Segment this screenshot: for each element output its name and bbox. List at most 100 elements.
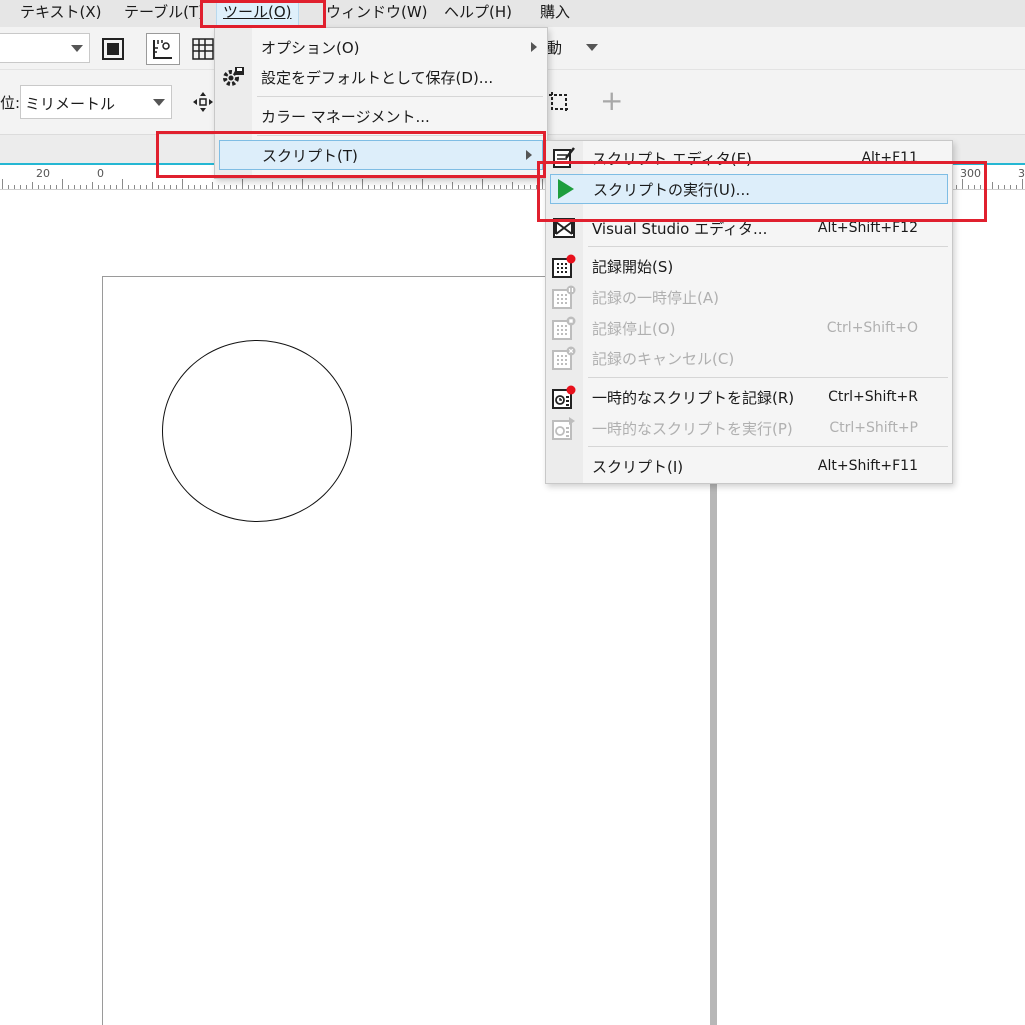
- menu-item-label: 一時的なスクリプトを記録(R): [592, 388, 795, 407]
- menu-item-save-defaults[interactable]: 設定をデフォルトとして保存(D)...: [215, 62, 547, 92]
- ruler-tick: [956, 185, 957, 189]
- ruler-tick: [260, 185, 261, 189]
- ruler-tick: [242, 179, 243, 189]
- menu-item-color-management[interactable]: カラー マネージメント...: [215, 101, 547, 131]
- ruler-tick: [446, 185, 447, 189]
- ruler-tick: [122, 179, 123, 189]
- menu-table-label: テーブル(T): [124, 3, 204, 21]
- ruler-toggle-icon[interactable]: [146, 33, 180, 65]
- ruler-tick: [44, 185, 45, 189]
- menu-item-label: 記録の一時停止(A): [592, 288, 719, 307]
- ruler-tick: [68, 185, 69, 189]
- menu-window-label: ウィンドウ(W): [326, 3, 428, 21]
- record-stop-icon: [552, 316, 576, 340]
- menu-text[interactable]: テキスト(X): [20, 0, 102, 27]
- ruler-tick: [320, 185, 321, 189]
- menu-item-label: スクリプト(T): [262, 146, 358, 165]
- ruler-tick: [152, 182, 153, 189]
- ruler-tick: [218, 185, 219, 189]
- ruler-tick: [344, 185, 345, 189]
- menu-item-record-temp-script[interactable]: 一時的なスクリプトを記録(R) Ctrl+Shift+R: [546, 382, 952, 412]
- menu-item-stop-recording[interactable]: 記録停止(O) Ctrl+Shift+O: [546, 313, 952, 343]
- menu-item-label: 記録開始(S): [592, 257, 674, 276]
- ruler-tick: [200, 185, 201, 189]
- menu-item-scripts[interactable]: スクリプト(T): [219, 140, 543, 170]
- menu-item-scripts-docker[interactable]: スクリプト(I) Alt+Shift+F11: [546, 451, 952, 481]
- ruler-tick: [98, 185, 99, 189]
- ruler-tick: [74, 185, 75, 189]
- menu-item-label: オプション(O): [261, 38, 360, 57]
- ruler-tick: [536, 185, 537, 189]
- menu-item-label: スクリプト(I): [592, 457, 684, 476]
- menu-separator: [588, 377, 948, 378]
- ellipse-shape[interactable]: [162, 340, 352, 522]
- menu-item-label: 設定をデフォルトとして保存(D)...: [261, 68, 494, 87]
- units-value: ミリメートル: [25, 95, 116, 113]
- nudge-icon[interactable]: [190, 89, 216, 115]
- record-temp-icon: [552, 385, 576, 409]
- units-combo[interactable]: ミリメートル: [20, 85, 172, 119]
- menu-table[interactable]: テーブル(T): [124, 0, 204, 27]
- ruler-tick: [470, 185, 471, 189]
- ruler-tick: [212, 182, 213, 189]
- menu-separator: [588, 246, 948, 247]
- ruler-tick: [386, 185, 387, 189]
- ruler-tick: [272, 182, 273, 189]
- ruler-tick: [224, 185, 225, 189]
- ruler-tick: [206, 185, 207, 189]
- ruler-label: 300: [960, 167, 981, 180]
- grid-icon[interactable]: [190, 36, 216, 62]
- ruler-tick: [368, 185, 369, 189]
- menu-item-label: スクリプトの実行(U)...: [593, 180, 750, 199]
- menu-item-label: カラー マネージメント...: [261, 107, 430, 126]
- chevron-down-icon[interactable]: [586, 44, 598, 51]
- visual-studio-icon: [552, 216, 576, 240]
- full-page-icon[interactable]: [100, 36, 126, 62]
- ruler-tick: [488, 185, 489, 189]
- menu-item-run-script[interactable]: スクリプトの実行(U)...: [550, 174, 948, 204]
- ruler-tick: [50, 185, 51, 189]
- chevron-down-icon[interactable]: [147, 86, 171, 118]
- run-temp-icon: [552, 416, 576, 440]
- ruler-tick: [128, 185, 129, 189]
- tools-menu: オプション(O) 設定をデフォルトとして保存(D)... カラー マネージメント…: [214, 27, 548, 179]
- menu-item-pause-recording[interactable]: 記録の一時停止(A): [546, 282, 952, 312]
- ruler-tick: [356, 185, 357, 189]
- ruler-tick: [338, 185, 339, 189]
- menu-help[interactable]: ヘルプ(H): [444, 0, 512, 27]
- play-icon: [553, 177, 577, 201]
- ruler-tick: [32, 182, 33, 189]
- chevron-down-icon[interactable]: [65, 34, 89, 62]
- menu-item-shortcut: Alt+Shift+F12: [817, 220, 918, 236]
- ruler-tick: [236, 185, 237, 189]
- ruler-tick: [476, 185, 477, 189]
- menu-item-run-temp-script[interactable]: 一時的なスクリプトを実行(P) Ctrl+Shift+P: [546, 413, 952, 443]
- crop-icon[interactable]: [546, 89, 572, 115]
- menu-tools[interactable]: ツール(O): [216, 0, 299, 27]
- ruler-tick: [140, 185, 141, 189]
- ruler-tick: [332, 182, 333, 189]
- menu-separator: [257, 135, 543, 136]
- ruler-tick: [230, 185, 231, 189]
- menu-item-visual-studio-editor[interactable]: Visual Studio エディタ... Alt+Shift+F12: [546, 213, 952, 243]
- menu-purchase[interactable]: 購入: [540, 0, 570, 27]
- ruler-tick: [62, 179, 63, 189]
- gear-settings-icon: [221, 65, 245, 89]
- menu-tools-label: ツール(O): [223, 3, 292, 21]
- menu-separator: [588, 446, 948, 447]
- menu-item-start-recording[interactable]: 記録開始(S): [546, 251, 952, 281]
- menu-item-script-editor[interactable]: スクリプト エディタ(E) Alt+F11: [546, 143, 952, 173]
- zoom-combo[interactable]: [0, 33, 90, 63]
- add-icon[interactable]: +: [600, 84, 623, 117]
- ruler-tick: [176, 185, 177, 189]
- menu-bar: テキスト(X) テーブル(T) ツール(O) ウィンドウ(W) ヘルプ(H) 購…: [0, 0, 1025, 27]
- ruler-tick: [428, 185, 429, 189]
- ruler-tick: [506, 185, 507, 189]
- ruler-tick: [290, 185, 291, 189]
- ruler-tick: [278, 185, 279, 189]
- menu-item-options[interactable]: オプション(O): [215, 32, 547, 62]
- menu-item-cancel-recording[interactable]: 記録のキャンセル(C): [546, 343, 952, 373]
- ruler-tick: [116, 185, 117, 189]
- menu-window[interactable]: ウィンドウ(W): [326, 0, 428, 27]
- menu-separator: [257, 96, 543, 97]
